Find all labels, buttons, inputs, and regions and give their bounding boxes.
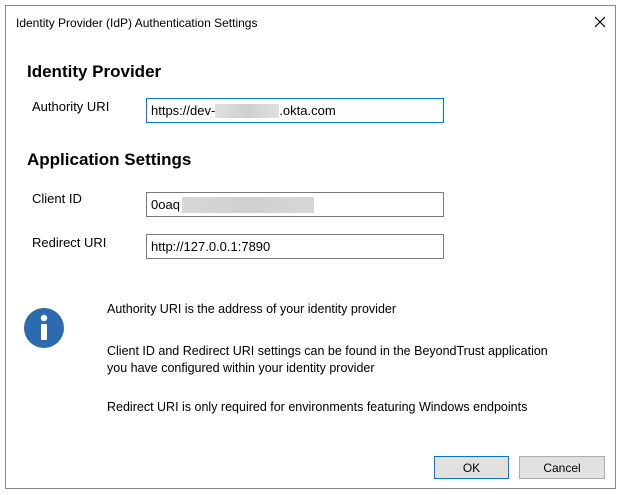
application-settings-heading: Application Settings bbox=[27, 150, 192, 169]
client-id-label: Client ID bbox=[32, 191, 82, 206]
info-client-id-text: Client ID and Redirect URI settings can … bbox=[107, 344, 548, 375]
title-bar: Identity Provider (IdP) Authentication S… bbox=[6, 6, 615, 38]
authority-uri-suffix: .okta.com bbox=[279, 103, 336, 118]
authority-uri-input[interactable]: https://dev- .okta.com bbox=[146, 98, 444, 123]
dialog-title: Identity Provider (IdP) Authentication S… bbox=[16, 16, 258, 30]
cancel-button[interactable]: Cancel bbox=[519, 456, 605, 479]
client-id-value: 0oaq bbox=[151, 197, 180, 212]
info-redirect-text: Redirect URI is only required for enviro… bbox=[107, 400, 528, 414]
redirect-uri-label: Redirect URI bbox=[32, 235, 107, 250]
identity-provider-heading: Identity Provider bbox=[27, 62, 162, 81]
redacted-value bbox=[215, 103, 280, 118]
authority-uri-prefix: https://dev- bbox=[151, 103, 216, 118]
redirect-uri-value: http://127.0.0.1:7890 bbox=[151, 239, 271, 254]
redirect-uri-input[interactable]: http://127.0.0.1:7890 bbox=[146, 234, 444, 259]
info-icon bbox=[24, 308, 64, 348]
close-button[interactable] bbox=[585, 6, 615, 38]
client-id-input[interactable]: 0oaq bbox=[146, 192, 444, 217]
idp-settings-dialog: Identity Provider (IdP) Authentication S… bbox=[5, 5, 616, 489]
authority-uri-label: Authority URI bbox=[32, 99, 110, 114]
close-icon bbox=[594, 16, 606, 28]
ok-button[interactable]: OK bbox=[434, 456, 509, 479]
redacted-value bbox=[181, 196, 314, 213]
info-authority-text: Authority URI is the address of your ide… bbox=[107, 302, 397, 316]
